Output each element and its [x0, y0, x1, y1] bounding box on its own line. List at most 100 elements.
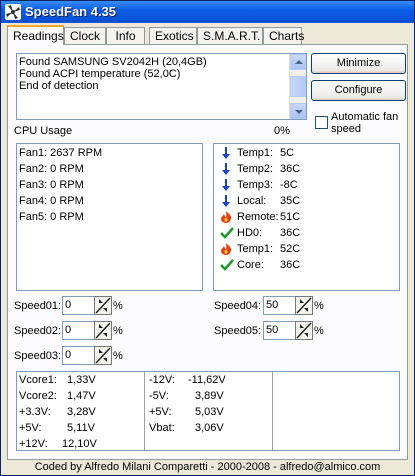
detection-log[interactable]: Found SAMSUNG SV2042H (20,4GB) Found ACP… — [16, 53, 307, 120]
voltage-name: +5V: — [19, 422, 42, 434]
log-line: End of detection — [19, 80, 99, 92]
voltage-value: 1,47V — [67, 390, 96, 402]
temp-name: Temp1: — [237, 147, 274, 159]
voltage-readings-box: Vcore1: 1,33V Vcore2: 1,47V +3.3V: 3,28V… — [16, 371, 400, 451]
automatic-fan-speed-label: Automatic fan — [331, 111, 399, 123]
arrow-down-icon — [295, 110, 303, 114]
tab-readings[interactable]: Readings — [7, 25, 64, 45]
spinner-updown-icon — [295, 296, 313, 315]
spinner-updown-icon — [94, 346, 112, 365]
voltage-name: -5V: — [149, 390, 169, 402]
temp-value: 35C — [280, 195, 301, 207]
temperature-readings-box: Temp1: 5C Temp2: 36C Temp3: -8C Local: 3… — [213, 143, 400, 291]
speed04-input[interactable]: 50 — [263, 296, 297, 315]
voltage-value: -11,62V — [188, 374, 226, 386]
speed02-unit: % — [113, 325, 123, 337]
speed01-unit: % — [113, 300, 123, 312]
voltage-value: 3,28V — [67, 406, 96, 418]
readings-panel: Found SAMSUNG SV2042H (20,4GB) Found ACP… — [7, 44, 408, 460]
fan-reading: Fan4: 0 RPM — [19, 195, 84, 207]
speed03-spinner[interactable] — [94, 346, 112, 365]
speed03-input[interactable]: 0 — [62, 346, 96, 365]
title-bar[interactable]: SpeedFan 4.35 — [1, 1, 414, 23]
temp-name: Temp1: — [237, 243, 274, 255]
window-title: SpeedFan 4.35 — [25, 4, 117, 19]
speed01-input[interactable]: 0 — [62, 296, 96, 315]
arrow-down-icon — [220, 163, 234, 175]
speed01-label: Speed01: — [14, 300, 62, 312]
arrow-down-icon — [220, 179, 234, 191]
speed03-unit: % — [113, 350, 123, 362]
voltage-name: +12V: — [19, 438, 48, 450]
checkmark-icon — [220, 259, 234, 271]
voltage-value: 12,10V — [62, 438, 97, 450]
speed04-unit: % — [314, 300, 324, 312]
speed04-spinner[interactable] — [295, 296, 313, 315]
temp-name: Core: — [237, 259, 264, 271]
voltage-name: +3.3V: — [19, 406, 51, 418]
voltage-value: 5,11V — [67, 422, 95, 434]
speed04-label: Speed04: — [214, 300, 262, 312]
log-line: Found ACPI temperature (52,0C) — [19, 68, 181, 80]
tab-charts[interactable]: Charts — [263, 27, 304, 44]
cpu-usage-value: 0% — [274, 125, 290, 137]
temp-value: 51C — [280, 211, 301, 223]
spinner-updown-icon — [295, 321, 313, 340]
configure-button[interactable]: Configure — [311, 80, 406, 101]
voltage-value: 3,06V — [195, 422, 224, 434]
fan-reading: Fan2: 0 RPM — [19, 163, 84, 175]
speed05-spinner[interactable] — [295, 321, 313, 340]
minimize-button[interactable]: Minimize — [311, 53, 406, 74]
temp-value: -8C — [280, 179, 298, 191]
speed02-spinner[interactable] — [94, 321, 112, 340]
temp-name: Temp2: — [237, 163, 274, 175]
voltage-name: Vcore2: — [19, 390, 57, 402]
temp-name: HD0: — [237, 227, 263, 239]
speed02-input[interactable]: 0 — [62, 321, 96, 340]
temp-value: 36C — [280, 227, 301, 239]
fan-reading: Fan3: 0 RPM — [19, 179, 84, 191]
spinner-updown-icon — [94, 321, 112, 340]
temp-value: 36C — [280, 163, 301, 175]
temp-name: Temp3: — [237, 179, 274, 191]
arrow-down-icon — [220, 195, 234, 207]
fan-readings-box: Fan1: 2637 RPM Fan2: 0 RPM Fan3: 0 RPM F… — [16, 143, 203, 291]
scroll-thumb[interactable] — [290, 76, 306, 97]
tab-info[interactable]: Info — [106, 27, 145, 44]
flame-icon — [220, 243, 234, 255]
fan-reading: Fan5: 0 RPM — [19, 211, 84, 223]
temp-name: Local: — [237, 195, 267, 207]
fan-reading: Fan1: 2637 RPM — [19, 147, 103, 159]
tab-smart[interactable]: S.M.A.R.T. — [197, 27, 263, 44]
voltage-value: 3,89V — [195, 390, 224, 402]
speedfan-fan-icon — [5, 4, 21, 20]
arrow-down-icon — [220, 147, 234, 159]
voltage-value: 1,33V — [67, 374, 96, 386]
tab-clock[interactable]: Clock — [64, 27, 106, 44]
log-scrollbar[interactable] — [289, 54, 306, 119]
log-line: Found SAMSUNG SV2042H (20,4GB) — [19, 56, 207, 68]
voltage-name: Vbat: — [149, 422, 175, 434]
voltage-name: +5V: — [149, 406, 172, 418]
temp-value: 5C — [280, 147, 295, 159]
speedfan-window: SpeedFan 4.35 Readings Clock Info Exotic… — [0, 0, 415, 476]
speed01-spinner[interactable] — [94, 296, 112, 315]
voltage-name: Vcore1: — [19, 374, 57, 386]
speed05-label: Speed05: — [214, 325, 262, 337]
spinner-updown-icon — [94, 296, 112, 315]
speed05-unit: % — [314, 325, 324, 337]
tab-exotics[interactable]: Exotics — [149, 27, 197, 44]
speed05-input[interactable]: 50 — [263, 321, 297, 340]
voltage-column: Vcore1: 1,33V Vcore2: 1,47V +3.3V: 3,28V… — [17, 372, 145, 450]
cpu-usage-label: CPU Usage — [14, 125, 73, 137]
automatic-fan-speed-checkbox[interactable] — [315, 116, 328, 129]
voltage-column: -12V: -11,62V -5V: 3,89V +5V: 5,03V Vbat… — [145, 372, 273, 450]
scroll-down-button[interactable] — [290, 103, 306, 119]
temp-value: 52C — [280, 243, 301, 255]
scroll-up-button[interactable] — [290, 54, 306, 70]
status-bar-credits: Coded by Alfredo Milani Comparetti - 200… — [34, 461, 381, 473]
arrow-up-icon — [295, 60, 303, 64]
automatic-fan-speed-label-line2: speed — [331, 123, 361, 135]
temp-value: 36C — [280, 259, 301, 271]
voltage-name: -12V: — [149, 374, 175, 386]
